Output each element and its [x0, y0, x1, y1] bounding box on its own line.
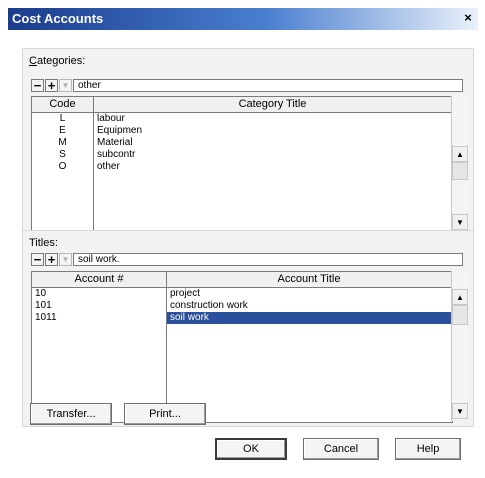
empty-title-column: [94, 173, 451, 233]
scroll-up-icon[interactable]: ▲: [452, 146, 468, 162]
categories-navigator: − + ▼ other: [31, 79, 463, 92]
cancel-button[interactable]: Cancel: [303, 438, 379, 460]
window-title: Cost Accounts: [12, 11, 104, 26]
table-row[interactable]: M Material: [32, 137, 452, 149]
add-title-button[interactable]: +: [45, 253, 58, 266]
table-row[interactable]: O other: [32, 161, 452, 173]
close-icon[interactable]: ×: [460, 10, 476, 26]
titles-navigator: − + ▼ soil work.: [31, 253, 463, 266]
table-row[interactable]: 101 construction work: [32, 300, 452, 312]
titles-table: Account # Account Title 10 project 101 c…: [31, 271, 453, 423]
scroll-thumb[interactable]: [452, 162, 468, 180]
categories-table: Code Category Title L labour E Equipmen …: [31, 96, 453, 234]
empty-table-area: [32, 173, 452, 233]
titles-scrollbar[interactable]: ▲ ▼: [451, 271, 468, 421]
delete-title-button[interactable]: −: [31, 253, 44, 266]
category-title-cell[interactable]: Material: [94, 137, 451, 149]
add-category-button[interactable]: +: [45, 79, 58, 92]
account-number-cell[interactable]: 101: [32, 300, 167, 312]
scroll-down-icon[interactable]: ▼: [452, 214, 468, 230]
table-row[interactable]: S subcontr: [32, 149, 452, 161]
categories-group: Categories: − + ▼ other Code Category Ti…: [22, 48, 474, 240]
category-title-cell[interactable]: subcontr: [94, 149, 451, 161]
category-current-value[interactable]: other: [73, 79, 463, 92]
title-dropdown-arrow-icon[interactable]: ▼: [59, 253, 72, 266]
categories-label: Categories:: [29, 55, 86, 67]
category-code-cell[interactable]: S: [32, 149, 94, 161]
scroll-up-icon[interactable]: ▲: [452, 289, 468, 305]
account-title-cell[interactable]: project: [167, 288, 451, 300]
delete-category-button[interactable]: −: [31, 79, 44, 92]
account-title-cell[interactable]: construction work: [167, 300, 451, 312]
empty-code-column: [32, 173, 94, 233]
category-code-cell[interactable]: M: [32, 137, 94, 149]
titles-label: Titles:: [29, 237, 58, 249]
category-code-cell[interactable]: E: [32, 125, 94, 137]
title-bar: Cost Accounts ×: [8, 8, 478, 30]
table-row-selected[interactable]: 1011 soil work: [32, 312, 452, 324]
titles-group: Titles: − + ▼ soil work. Account # Accou…: [22, 230, 474, 427]
category-title-cell[interactable]: other: [94, 161, 451, 173]
account-number-cell[interactable]: 10: [32, 288, 167, 300]
column-header-code[interactable]: Code: [32, 97, 94, 112]
title-current-value[interactable]: soil work.: [73, 253, 463, 266]
column-header-category-title[interactable]: Category Title: [94, 97, 451, 112]
category-code-cell[interactable]: L: [32, 113, 94, 125]
table-row[interactable]: E Equipmen: [32, 125, 452, 137]
column-header-account-title[interactable]: Account Title: [167, 272, 451, 287]
account-number-cell[interactable]: 1011: [32, 312, 167, 324]
scroll-thumb[interactable]: [452, 305, 468, 325]
categories-scrollbar[interactable]: ▲ ▼: [451, 96, 468, 232]
table-row[interactable]: 10 project: [32, 288, 452, 300]
column-header-account-number[interactable]: Account #: [32, 272, 167, 287]
account-title-cell[interactable]: soil work: [167, 312, 451, 324]
empty-title-column: [167, 324, 451, 422]
scroll-down-icon[interactable]: ▼: [452, 403, 468, 419]
titles-table-header: Account # Account Title: [32, 272, 452, 288]
categories-table-header: Code Category Title: [32, 97, 452, 113]
print-button[interactable]: Print...: [124, 403, 206, 425]
category-dropdown-arrow-icon[interactable]: ▼: [59, 79, 72, 92]
category-code-cell[interactable]: O: [32, 161, 94, 173]
category-title-cell[interactable]: Equipmen: [94, 125, 451, 137]
cost-accounts-dialog: Cost Accounts × Categories: − + ▼ other …: [0, 0, 485, 478]
help-button[interactable]: Help: [395, 438, 461, 460]
category-title-cell[interactable]: labour: [94, 113, 451, 125]
transfer-button[interactable]: Transfer...: [30, 403, 112, 425]
ok-button[interactable]: OK: [215, 438, 287, 460]
dialog-body: Categories: − + ▼ other Code Category Ti…: [12, 30, 480, 470]
table-row[interactable]: L labour: [32, 113, 452, 125]
